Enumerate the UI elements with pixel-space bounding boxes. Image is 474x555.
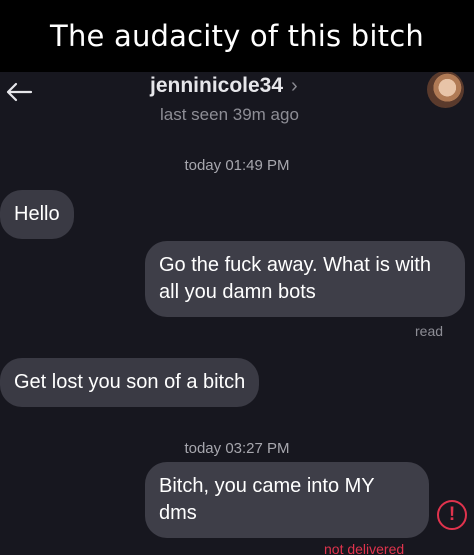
delivery-status: not delivered	[324, 541, 405, 555]
message-text: Hello	[14, 203, 60, 225]
chat-screen: jenninicole34 › last seen 39m ago today …	[0, 72, 474, 555]
message-incoming[interactable]: Get lost you son of a bitch	[0, 358, 260, 407]
arrow-left-icon	[6, 82, 33, 102]
message-outgoing[interactable]: Go the fuck away. What is with all you d…	[145, 241, 465, 317]
message-outgoing[interactable]: Bitch, you came into MY dms	[145, 462, 429, 538]
error-icon[interactable]: !	[437, 500, 467, 530]
avatar[interactable]	[427, 72, 464, 108]
timestamp-divider: today 03:27 PM	[184, 440, 290, 457]
meme-caption: The audacity of this bitch	[0, 0, 474, 72]
message-incoming[interactable]: Hello	[0, 190, 74, 239]
profile-link[interactable]: jenninicole34 ›	[150, 74, 298, 98]
message-text: Bitch, you came into MY dms	[159, 475, 375, 524]
read-receipt: read	[415, 323, 444, 339]
timestamp-divider: today 01:49 PM	[184, 157, 290, 174]
chevron-right-icon: ›	[291, 74, 298, 97]
message-text: Go the fuck away. What is with all you d…	[159, 254, 431, 303]
back-button[interactable]	[2, 77, 36, 107]
username: jenninicole34	[150, 74, 284, 97]
message-text: Get lost you son of a bitch	[14, 371, 246, 393]
last-seen-status: last seen 39m ago	[160, 105, 299, 124]
